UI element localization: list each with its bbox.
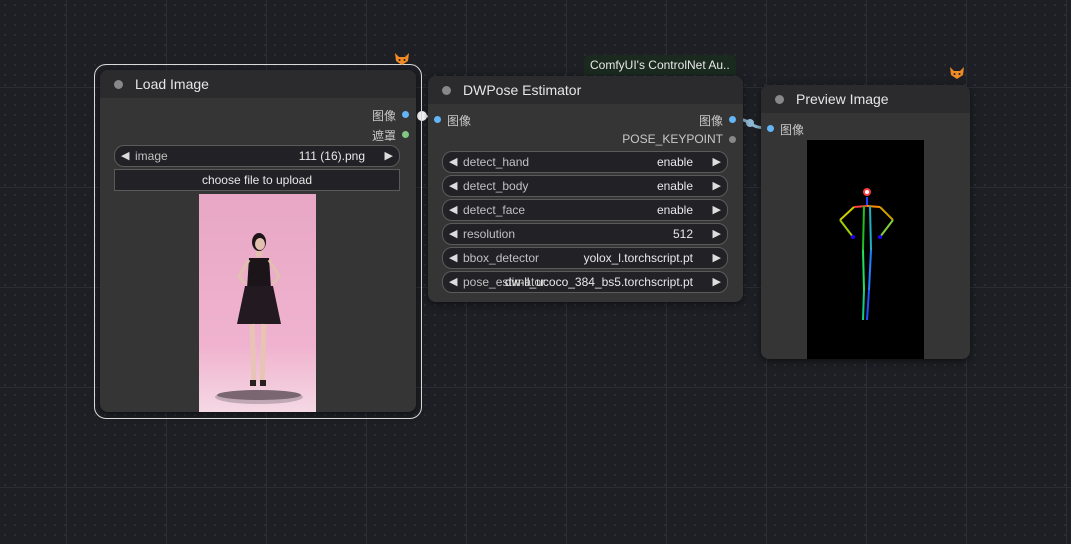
node-title-text: Preview Image xyxy=(796,91,889,107)
arrow-right-icon[interactable]: ▶ xyxy=(713,155,721,168)
input-slot-image[interactable] xyxy=(434,116,441,123)
input-slot-image[interactable] xyxy=(767,125,774,132)
node-title-text: DWPose Estimator xyxy=(463,82,582,98)
output-slot-image[interactable] xyxy=(402,111,409,118)
arrow-left-icon[interactable]: ◀ xyxy=(449,179,457,192)
arrow-left-icon[interactable]: ◀ xyxy=(449,203,457,216)
arrow-right-icon[interactable]: ▶ xyxy=(713,203,721,216)
output-slot-image[interactable] xyxy=(729,116,736,123)
arrow-left-icon[interactable]: ◀ xyxy=(449,155,457,168)
widget-value: enable xyxy=(656,155,693,169)
widget-value: yolox_l.torchscript.pt xyxy=(583,251,693,265)
pose-preview-image xyxy=(807,140,924,359)
arrow-left-icon[interactable]: ◀ xyxy=(449,227,457,240)
load-image-node[interactable]: Load Image 图像 遮罩 ◀ image 111 (16).png ▶ … xyxy=(100,70,416,412)
input-label-image: 图像 xyxy=(447,114,472,128)
dwpose-estimator-node[interactable]: DWPose Estimator 图像 图像 POSE_KEYPOINT ◀ d… xyxy=(428,76,743,302)
widget-value: dw-ll_ucoco_384_bs5.torchscript.pt xyxy=(504,275,693,289)
detect-body-widget[interactable]: ◀ detect_body enable ▶ xyxy=(442,175,728,197)
output-label-image: 图像 xyxy=(698,114,723,128)
image-preview xyxy=(199,194,316,412)
widget-name: detect_hand xyxy=(463,155,530,169)
fox-badge-icon xyxy=(394,52,410,66)
collapse-dot[interactable] xyxy=(114,80,123,89)
arrow-right-icon[interactable]: ▶ xyxy=(385,149,393,162)
output-label-mask: 遮罩 xyxy=(371,129,396,143)
output-label-image: 图像 xyxy=(371,109,396,123)
node-title-text: Load Image xyxy=(135,76,209,92)
arrow-right-icon[interactable]: ▶ xyxy=(713,179,721,192)
collapse-dot[interactable] xyxy=(775,95,784,104)
resolution-widget[interactable]: ◀ resolution 512 ▶ xyxy=(442,223,728,245)
collapse-dot[interactable] xyxy=(442,86,451,95)
preview-image-node[interactable]: Preview Image 图像 xyxy=(761,85,970,359)
output-label-pose-keypoint: POSE_KEYPOINT xyxy=(622,132,723,146)
input-label-image: 图像 xyxy=(780,123,805,137)
pose-skeleton xyxy=(839,188,894,321)
node-source-badge: ComfyUI's ControlNet Au.. xyxy=(584,55,736,75)
fox-badge-icon xyxy=(949,66,965,80)
arrow-left-icon[interactable]: ◀ xyxy=(449,275,457,288)
person-photo xyxy=(215,233,303,404)
widget-value: 111 (16).png xyxy=(298,149,365,163)
node-title[interactable]: Load Image xyxy=(100,70,416,98)
widget-name: resolution xyxy=(463,227,516,241)
arrow-right-icon[interactable]: ▶ xyxy=(713,227,721,240)
output-slot-mask[interactable] xyxy=(402,131,409,138)
detect-hand-widget[interactable]: ◀ detect_hand enable ▶ xyxy=(442,151,728,173)
pose-estimator-widget[interactable]: ◀ pose_estimator dw-ll_ucoco_384_bs5.tor… xyxy=(442,271,728,293)
arrow-left-icon[interactable]: ◀ xyxy=(449,251,457,264)
upload-button[interactable]: choose file to upload xyxy=(114,169,400,191)
widget-name: detect_face xyxy=(463,203,526,217)
node-title[interactable]: Preview Image xyxy=(761,85,970,113)
bbox-detector-widget[interactable]: ◀ bbox_detector yolox_l.torchscript.pt ▶ xyxy=(442,247,728,269)
output-slot-pose-keypoint[interactable] xyxy=(729,136,736,143)
arrow-right-icon[interactable]: ▶ xyxy=(713,251,721,264)
arrow-right-icon[interactable]: ▶ xyxy=(713,275,721,288)
widget-name: bbox_detector xyxy=(463,251,540,265)
detect-face-widget[interactable]: ◀ detect_face enable ▶ xyxy=(442,199,728,221)
widget-value: enable xyxy=(656,179,693,193)
widget-value: 512 xyxy=(672,227,693,241)
widget-name: detect_body xyxy=(463,179,529,193)
image-combo-widget[interactable]: ◀ image 111 (16).png ▶ xyxy=(114,145,400,167)
widget-name: image xyxy=(135,149,168,163)
arrow-left-icon[interactable]: ◀ xyxy=(121,149,129,162)
node-title[interactable]: DWPose Estimator xyxy=(428,76,743,104)
widget-value: enable xyxy=(656,203,693,217)
